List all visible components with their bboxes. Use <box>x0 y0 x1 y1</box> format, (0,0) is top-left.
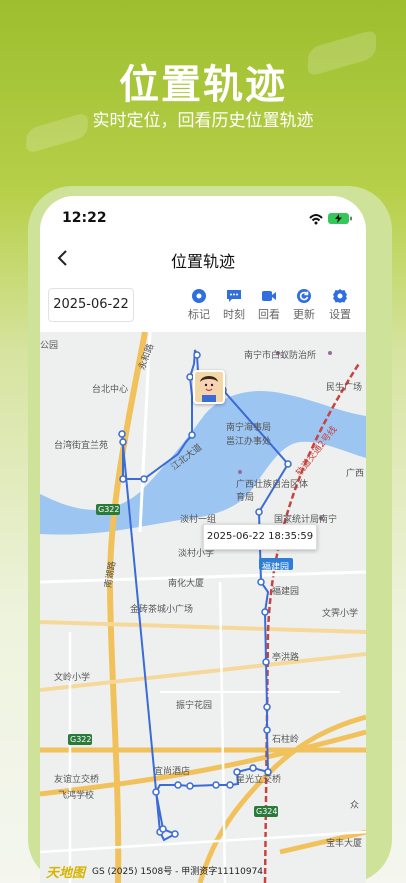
tool-replay[interactable]: 回看 <box>251 288 287 322</box>
map-label: G322 <box>70 735 92 744</box>
map-label: 众 <box>350 801 360 811</box>
toolbar: 2025-06-22 标记 时刻 回看 更新 设置 <box>40 280 366 328</box>
map-label: 友谊立交桥 <box>54 775 100 785</box>
map-label: 邕江办事处 <box>226 437 272 447</box>
tool-settings-label: 设置 <box>329 308 351 321</box>
status-bar: 12:22 <box>40 196 366 240</box>
tool-mark-label: 标记 <box>188 308 210 321</box>
tool-moment-label: 时刻 <box>223 308 245 321</box>
map-label: 振宁花园 <box>176 701 213 711</box>
map-label: 南宁市白蚁防治所 <box>244 351 317 361</box>
wifi-icon <box>309 214 323 225</box>
tool-mark[interactable]: 标记 <box>181 288 217 322</box>
status-time: 12:22 <box>62 210 107 226</box>
promo-title: 位置轨迹 <box>119 62 287 108</box>
mark-icon <box>192 289 206 303</box>
map-label: 宝丰大厦 <box>326 839 363 849</box>
map-label: 民生广场 <box>326 383 363 393</box>
tool-replay-label: 回看 <box>258 308 280 321</box>
status-icons <box>306 210 354 226</box>
tool-refresh-label: 更新 <box>293 308 315 321</box>
tool-moment[interactable]: 时刻 <box>216 288 252 322</box>
refresh-icon <box>297 289 311 303</box>
message-icon <box>227 290 241 302</box>
map-label: 宜尚酒店 <box>154 767 191 777</box>
poi-icon <box>238 470 242 474</box>
map-label: 台北中心 <box>92 385 129 395</box>
map-label: 文岭小学 <box>54 673 91 683</box>
map-label: 福建园 <box>262 563 290 573</box>
map-label: G324 <box>256 807 278 816</box>
page-title: 位置轨迹 <box>170 252 235 271</box>
poi-icon <box>328 351 332 355</box>
map-label: 广西壮族自治区体育局 <box>236 480 309 503</box>
map-label: 公园 <box>40 341 59 351</box>
battery-icon <box>328 213 352 224</box>
map-label: 石柱岭 <box>272 735 300 745</box>
map-copyright: GS (2025) 1508号 - 甲测资字11110974 <box>92 867 264 877</box>
nav-bar: 位置轨迹 <box>40 240 366 278</box>
map-label: 金砖茶城小广场 <box>130 605 194 615</box>
timestamp-tooltip: 2025-06-22 18:35:59 <box>203 524 317 550</box>
map-label: 亭洪路 <box>272 653 300 663</box>
map-logo: 天地图 <box>46 866 86 881</box>
map-label: 广西 <box>346 469 365 479</box>
gear-icon <box>333 289 347 303</box>
map-label: 台湾街宜兰苑 <box>54 441 109 451</box>
map-view[interactable]: 公园 南宁市白蚁防治所 民生广场 台北中心 台湾街宜兰苑 南宁海事局 邕江办事处… <box>40 332 366 883</box>
video-icon <box>262 291 276 301</box>
map-label: 南宁海事局 <box>226 423 272 433</box>
phone-screen: 12:22 位置轨迹 2025-06-22 标记 时刻 回看 更新 设置 公园 … <box>40 196 366 883</box>
map-label: 星光立交桥 <box>236 775 282 785</box>
child-avatar[interactable] <box>193 370 225 404</box>
map-label: 福建园 <box>272 587 300 597</box>
map-label: 南化大厦 <box>168 579 205 589</box>
promo-subtitle: 实时定位，回看历史位置轨迹 <box>92 111 314 131</box>
tool-refresh[interactable]: 更新 <box>286 288 322 322</box>
tool-settings[interactable]: 设置 <box>322 288 358 322</box>
map-label: 飞鸿学校 <box>58 791 95 801</box>
date-picker[interactable]: 2025-06-22 <box>48 288 134 322</box>
map-label: G322 <box>98 505 120 514</box>
map-label: 文霁小学 <box>322 609 359 619</box>
avatar-icon <box>200 376 218 402</box>
